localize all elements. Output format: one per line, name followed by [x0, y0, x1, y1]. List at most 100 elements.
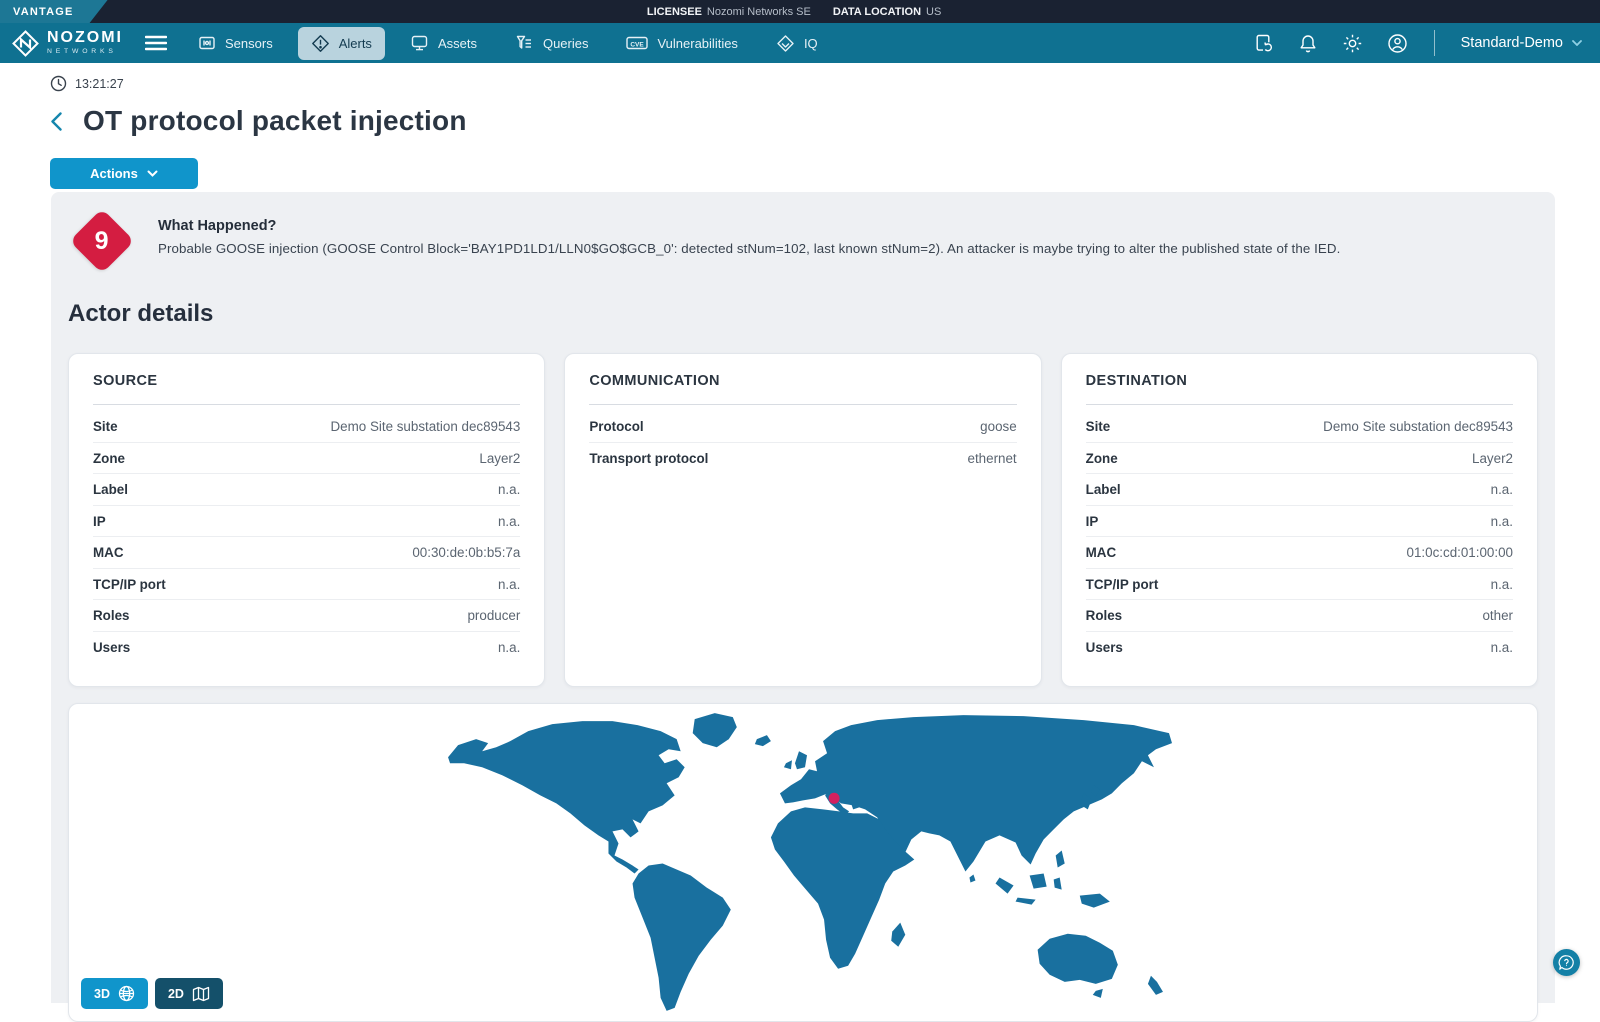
what-happened-section: 9 What Happened? Probable GOOSE injectio… — [51, 192, 1555, 270]
severity-diamond: 9 — [69, 208, 134, 273]
nav-item-assets[interactable]: Assets — [397, 27, 490, 59]
destination-card: DESTINATION Site Demo Site substation dec… — [1061, 353, 1538, 687]
destination-row-mac: MAC 01:0c:cd:01:00:00 — [1086, 537, 1513, 569]
title-row: OT protocol packet injection — [50, 105, 1600, 137]
row-label: Site — [93, 419, 118, 434]
destination-card-title: DESTINATION — [1086, 373, 1513, 389]
map-2d-button[interactable]: 2D — [155, 978, 223, 1009]
nav-item-queries[interactable]: Queries — [502, 27, 602, 59]
row-value: Demo Site substation dec89543 — [1323, 419, 1513, 434]
source-row-roles: Rolesproducer — [93, 600, 520, 632]
notifications-bell-icon[interactable] — [1298, 33, 1318, 54]
row-label: Label — [93, 482, 128, 497]
geo-map-card: 3D 2D — [68, 703, 1538, 1022]
destination-row-port: TCP/IP port n.a. — [1086, 569, 1513, 601]
settings-gear-icon[interactable] — [1342, 33, 1363, 54]
destination-row-ip: IPn.a. — [1086, 506, 1513, 538]
alert-timestamp: 13:21:27 — [75, 77, 124, 91]
row-label: Site — [1086, 419, 1111, 434]
page-header: 13:21:27 OT protocol packet injection Ac… — [0, 63, 1600, 189]
row-label: TCP/IP port — [93, 577, 166, 592]
nav-item-vulnerabilities[interactable]: CVE Vulnerabilities — [613, 27, 750, 59]
alerts-icon — [311, 34, 330, 53]
row-label: Zone — [93, 451, 125, 466]
nav-items: Sensors Alerts Assets — [185, 27, 831, 60]
globe-icon — [118, 985, 135, 1002]
source-row-site: Site Demo Site substation dec89543 — [93, 411, 520, 443]
nav-label-queries: Queries — [543, 36, 589, 51]
data-location-label: DATA LOCATION — [833, 6, 921, 18]
what-happened-heading: What Happened? — [158, 218, 1340, 234]
row-label: IP — [93, 514, 106, 529]
row-value: 01:0c:cd:01:00:00 — [1407, 545, 1513, 560]
nav-label-iq: IQ — [804, 36, 818, 51]
map-icon — [192, 986, 210, 1002]
alert-detail-panel: 9 What Happened? Probable GOOSE injectio… — [51, 192, 1555, 1003]
actor-cards-row: SOURCE SiteDemo Site substation dec89543… — [68, 353, 1538, 687]
row-value: ethernet — [968, 451, 1017, 466]
source-row-ip: IP n.a. — [93, 506, 520, 538]
map-view-toggle: 3D 2D — [81, 978, 223, 1009]
destination-row-roles: Rolesother — [1086, 600, 1513, 632]
alert-description: Probable GOOSE injection (GOOSE Control … — [158, 241, 1340, 256]
clock-icon — [50, 75, 67, 92]
source-row-port: TCP/IP port n.a. — [93, 569, 520, 601]
queries-icon — [515, 34, 534, 52]
svg-text:CVE: CVE — [631, 41, 645, 48]
assets-icon — [410, 34, 429, 52]
page-title: OT protocol packet injection — [83, 105, 467, 137]
nav-label-assets: Assets — [438, 36, 477, 51]
vantage-product-badge: VANTAGE — [0, 0, 108, 23]
destination-row-site: Site Demo Site substation dec89543 — [1086, 411, 1513, 443]
map-3d-button[interactable]: 3D — [81, 978, 148, 1009]
source-row-mac: MAC 00:30:de:0b:b5:7a — [93, 537, 520, 569]
nav-item-sensors[interactable]: Sensors — [185, 27, 286, 59]
nav-label-alerts: Alerts — [339, 36, 372, 51]
nav-item-iq[interactable]: IQ — [763, 27, 831, 60]
map-2d-label: 2D — [168, 987, 184, 1001]
timestamp-row: 13:21:27 — [50, 75, 1600, 92]
card-divider — [1086, 404, 1513, 405]
top-bar: VANTAGE LICENSEE Nozomi Networks SE DATA … — [0, 0, 1600, 23]
row-label: MAC — [93, 545, 124, 560]
row-label: Zone — [1086, 451, 1118, 466]
communication-row-protocol: Protocol goose — [589, 411, 1016, 443]
row-value: goose — [980, 419, 1016, 434]
row-label: Roles — [93, 608, 129, 623]
row-value: Demo Site substation dec89543 — [331, 419, 521, 434]
licensee-value: Nozomi Networks SE — [707, 6, 811, 18]
row-label: Protocol — [589, 419, 643, 434]
row-label: MAC — [1086, 545, 1117, 560]
row-value: n.a. — [498, 577, 520, 592]
actor-details-heading: Actor details — [68, 300, 1555, 328]
row-value: n.a. — [1491, 577, 1513, 592]
profile-icon[interactable] — [1387, 33, 1408, 54]
map-3d-label: 3D — [94, 987, 110, 1001]
nozomi-logo-text: NOZOMI NETWORKS — [47, 30, 123, 56]
iq-icon — [776, 34, 795, 53]
row-value: n.a. — [498, 640, 520, 655]
row-value: n.a. — [498, 514, 520, 529]
source-row-users: Users n.a. — [93, 632, 520, 663]
account-menu[interactable]: Standard-Demo — [1461, 35, 1582, 51]
row-label: Users — [93, 640, 130, 655]
row-value: n.a. — [1491, 640, 1513, 655]
nozomi-logo[interactable]: NOZOMI NETWORKS — [12, 30, 123, 57]
alert-location-marker[interactable] — [829, 793, 840, 804]
row-label: TCP/IP port — [1086, 577, 1159, 592]
row-value: 00:30:de:0b:b5:7a — [412, 545, 520, 560]
nav-label-vulnerabilities: Vulnerabilities — [657, 36, 737, 51]
menu-hamburger-icon[interactable] — [145, 35, 167, 51]
reports-icon[interactable] — [1254, 33, 1274, 54]
world-map[interactable] — [432, 707, 1174, 1018]
help-button[interactable] — [1553, 949, 1580, 976]
actions-button[interactable]: Actions — [50, 158, 198, 189]
licensee-label: LICENSEE — [647, 6, 702, 18]
communication-row-transport: Transport protocolethernet — [589, 443, 1016, 474]
nav-item-alerts[interactable]: Alerts — [298, 27, 385, 60]
back-chevron-icon[interactable] — [50, 111, 63, 132]
row-label: Roles — [1086, 608, 1122, 623]
severity-value: 9 — [95, 227, 109, 256]
nozomi-logo-icon — [12, 30, 39, 57]
row-value: Layer2 — [479, 451, 520, 466]
